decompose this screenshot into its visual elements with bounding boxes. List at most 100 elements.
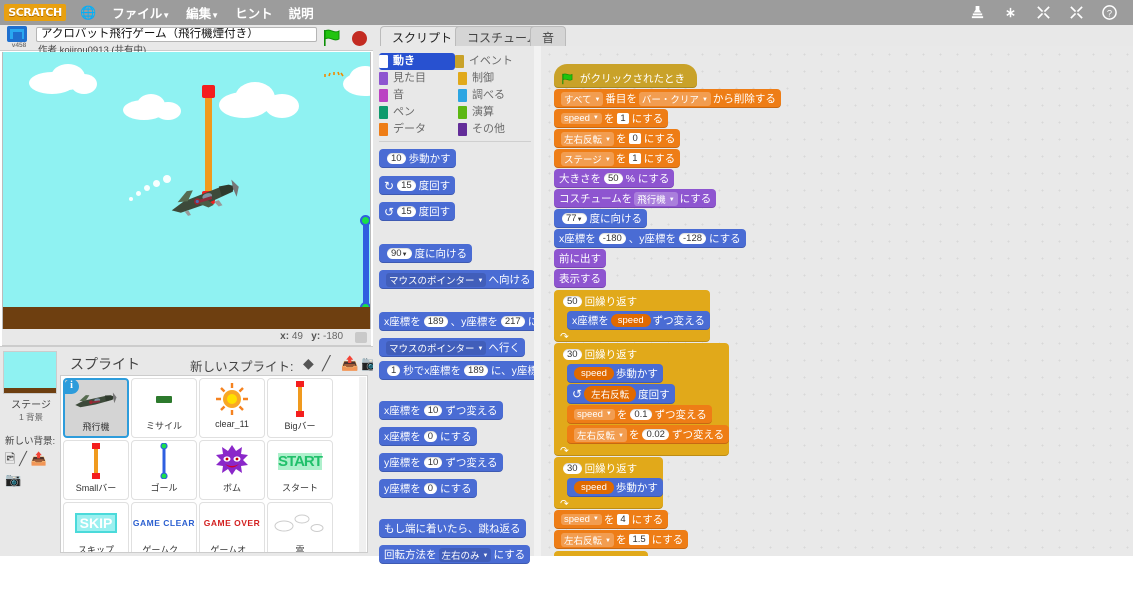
sprite-item-bomb[interactable]: ボム xyxy=(199,440,265,500)
block-repeat-100[interactable]: 100回繰り返す xyxy=(554,551,649,556)
block-show[interactable]: 表示する xyxy=(554,269,606,288)
project-title-input[interactable]: アクロバット飛行ゲーム（飛行機煙付き） xyxy=(36,27,317,42)
sprite-item-airplane[interactable]: i 飛行機 xyxy=(63,378,129,438)
category-data[interactable]: データ xyxy=(379,121,458,138)
palette-block-change-x[interactable]: x座標を 10 ずつ変える xyxy=(379,401,503,420)
sprite-item-cloud[interactable]: 雲 xyxy=(267,502,333,552)
scratch-logo[interactable]: SCRATCH xyxy=(4,4,66,21)
airplane-sprite[interactable] xyxy=(161,174,249,219)
brush-icon[interactable]: ╱ xyxy=(322,355,330,372)
block-move-speed-steps[interactable]: speed 歩動かす xyxy=(567,478,663,497)
category-events[interactable]: イベント xyxy=(454,53,534,70)
block-repeat-30-b[interactable]: 30 回繰り返す speed 歩動かす ↷ xyxy=(554,457,663,510)
category-operators[interactable]: 演算 xyxy=(458,104,537,121)
category-sensing[interactable]: 調べる xyxy=(458,87,537,104)
block-set-speed-4[interactable]: speed ▼ を 4 にする xyxy=(554,510,669,529)
sprite-list-scrollbar[interactable] xyxy=(359,377,366,552)
category-sound[interactable]: 音 xyxy=(379,87,458,104)
stop-button[interactable] xyxy=(352,31,367,46)
palette-block-turn-left[interactable]: ↺ 15 度回す xyxy=(379,202,456,221)
shrink-icon[interactable] xyxy=(1069,5,1084,20)
script-green-flag[interactable]: がクリックされたとき すべて ▼ 番目を バー・クリア ▼ から削除する speed ▼ を 1… xyxy=(554,64,1133,556)
block-set-size[interactable]: 大きさを 50% にする xyxy=(554,169,675,188)
block-switch-costume[interactable]: コスチュームを 飛行機 ▼ にする xyxy=(554,189,717,208)
palette-block-bounce-edge[interactable]: もし端に着いたら、跳ね返る xyxy=(379,519,526,538)
palette-block-set-y[interactable]: y座標を 0 にする xyxy=(379,479,477,498)
palette-block-goto[interactable]: マウスのポインター ▼ へ行く xyxy=(379,338,525,357)
sprite-item-gameclear[interactable]: GAME CLEAR ゲームク... xyxy=(131,502,197,552)
menu-tips[interactable]: ヒント xyxy=(235,3,273,22)
block-change-var-speed[interactable]: speed ▼ を 0.1 ずつ変える xyxy=(567,405,712,424)
camera-icon[interactable]: 📷 xyxy=(5,472,21,487)
sprite-list[interactable]: i 飛行機 ミサイル clear_11 Bigバー Smallバー ゴール ボム… xyxy=(60,375,368,553)
info-badge[interactable]: i xyxy=(64,379,79,394)
upload-icon[interactable]: 📤 xyxy=(341,355,358,372)
block-repeat-30-a[interactable]: 30 回繰り返す speed 歩動かす ↺ 左右反転 度回す speed ▼ を 0.1 ずつ変… xyxy=(554,343,730,457)
palette-block-set-x[interactable]: x座標を 0 にする xyxy=(379,427,477,446)
see-inside-button[interactable]: v458 xyxy=(6,26,32,50)
palette-blocks[interactable]: 10 歩動かす ↻ 15 度回す ↺ 15 度回す 90▼ 度に向ける マウスのポインター ▼… xyxy=(379,147,541,602)
tab-scripts[interactable]: スクリプト xyxy=(380,26,465,46)
block-set-var-stage[interactable]: ステージ ▼ を 1 にする xyxy=(554,149,681,168)
sprite-item-missile[interactable]: ミサイル xyxy=(131,378,197,438)
block-go-front[interactable]: 前に出す xyxy=(554,249,606,268)
block-change-x-by-speed[interactable]: x座標を speed ずつ変える xyxy=(567,311,710,330)
upload-icon[interactable]: 📤 xyxy=(31,451,47,466)
block-goto-xy[interactable]: x座標を -180 、y座標を -128 にする xyxy=(554,229,746,248)
category-motion[interactable]: 動き xyxy=(379,53,455,70)
block-change-var-flip[interactable]: 左右反転 ▼ を 0.02 ずつ変える xyxy=(567,425,730,444)
sprite-item-goal[interactable]: ゴール xyxy=(131,440,197,500)
help-icon[interactable]: ? xyxy=(1102,5,1117,20)
sprite-item-skip[interactable]: SKIP スキップ xyxy=(63,502,129,552)
grow-icon[interactable] xyxy=(1036,5,1051,20)
green-flag-icon[interactable] xyxy=(322,29,342,47)
block-point-direction[interactable]: 77▼ 度に向ける xyxy=(554,209,648,228)
menu-file[interactable]: ファイル▼ xyxy=(112,3,170,22)
stage[interactable] xyxy=(2,52,371,329)
palette-block-move[interactable]: 10 歩動かす xyxy=(379,149,456,168)
sprite-item-clear11[interactable]: clear_11 xyxy=(199,378,265,438)
cut-icon[interactable] xyxy=(1003,5,1018,20)
sprite-name: ボム xyxy=(222,483,241,493)
palette-scrollbar[interactable] xyxy=(534,46,541,556)
hat-when-flag-clicked[interactable]: がクリックされたとき xyxy=(554,64,697,88)
palette-block-glide[interactable]: 1秒でx座標を189に、y座標を xyxy=(379,361,541,380)
block-move-speed-steps[interactable]: speed 歩動かす xyxy=(567,364,663,383)
block-palette[interactable]: 動き イベント 見た目 制御 音 調べる ペン 演算 データ その他 10 歩動か… xyxy=(373,46,541,564)
category-control[interactable]: 制御 xyxy=(458,70,537,87)
palette-block-change-y[interactable]: y座標を 10 ずつ変える xyxy=(379,453,503,472)
block-repeat-50[interactable]: 50 回繰り返す x座標を speed ずつ変える ↷ xyxy=(554,290,710,343)
stamp-icon[interactable] xyxy=(970,5,985,20)
category-looks[interactable]: 見た目 xyxy=(379,70,458,87)
palette-block-turn-right[interactable]: ↻ 15 度回す xyxy=(379,176,456,195)
block-set-var-speed[interactable]: speed ▼ を 1 にする xyxy=(554,109,669,128)
goal-cap xyxy=(360,215,370,226)
brush-icon[interactable]: ╱ xyxy=(19,451,27,466)
block-turn-left-degrees[interactable]: ↺ 左右反転 度回す xyxy=(567,384,675,404)
menu-about[interactable]: 説明 xyxy=(289,3,314,22)
stage-thumbnail[interactable] xyxy=(3,351,57,394)
sprite-item-gameover[interactable]: GAME OVER ゲームオ... xyxy=(199,502,265,552)
script-canvas[interactable]: がクリックされたとき すべて ▼ 番目を バー・クリア ▼ から削除する speed ▼ を 1… xyxy=(541,46,1133,556)
sprite-item-bigbar[interactable]: Bigバー xyxy=(267,378,333,438)
palette-block-point-direction[interactable]: 90▼ 度に向ける xyxy=(379,244,473,263)
audio-icon[interactable] xyxy=(355,332,367,343)
tab-sounds[interactable]: 音 xyxy=(530,26,567,46)
block-set-var-flip[interactable]: 左右反転 ▼ を 0 にする xyxy=(554,129,681,148)
palette-block-rotation-style[interactable]: 回転方法を 左右のみ ▼ にする xyxy=(379,545,531,564)
palette-block-point-towards[interactable]: マウスのポインター ▼ へ向ける xyxy=(379,270,536,289)
menu-edit[interactable]: 編集▼ xyxy=(186,3,219,22)
sprite-item-start[interactable]: START スタート xyxy=(267,440,333,500)
stage-selector[interactable]: ステージ 1 背景 新しい背景: 🖻 ╱ 📤 📷 xyxy=(3,351,59,488)
repeat-body: speed 歩動かす ↺ 左右反転 度回す speed ▼ を 0.1 ずつ変える 左右反転 ▼… xyxy=(567,364,730,445)
sprite-thumbnail xyxy=(132,441,196,481)
sprite-item-smallbar[interactable]: Smallバー xyxy=(63,440,129,500)
category-more[interactable]: その他 xyxy=(458,121,537,138)
picture-icon[interactable]: 🖻 xyxy=(5,451,15,466)
block-delete-of-list[interactable]: すべて ▼ 番目を バー・クリア ▼ から削除する xyxy=(554,89,781,108)
block-set-flip-15[interactable]: 左右反転 ▼ を 1.5 にする xyxy=(554,530,689,549)
globe-icon[interactable]: 🌐 xyxy=(80,6,96,19)
paint-icon[interactable]: ◆ xyxy=(303,355,314,372)
palette-block-goto-xy[interactable]: x座標を189、y座標を217にす xyxy=(379,312,541,331)
category-pen[interactable]: ペン xyxy=(379,104,458,121)
